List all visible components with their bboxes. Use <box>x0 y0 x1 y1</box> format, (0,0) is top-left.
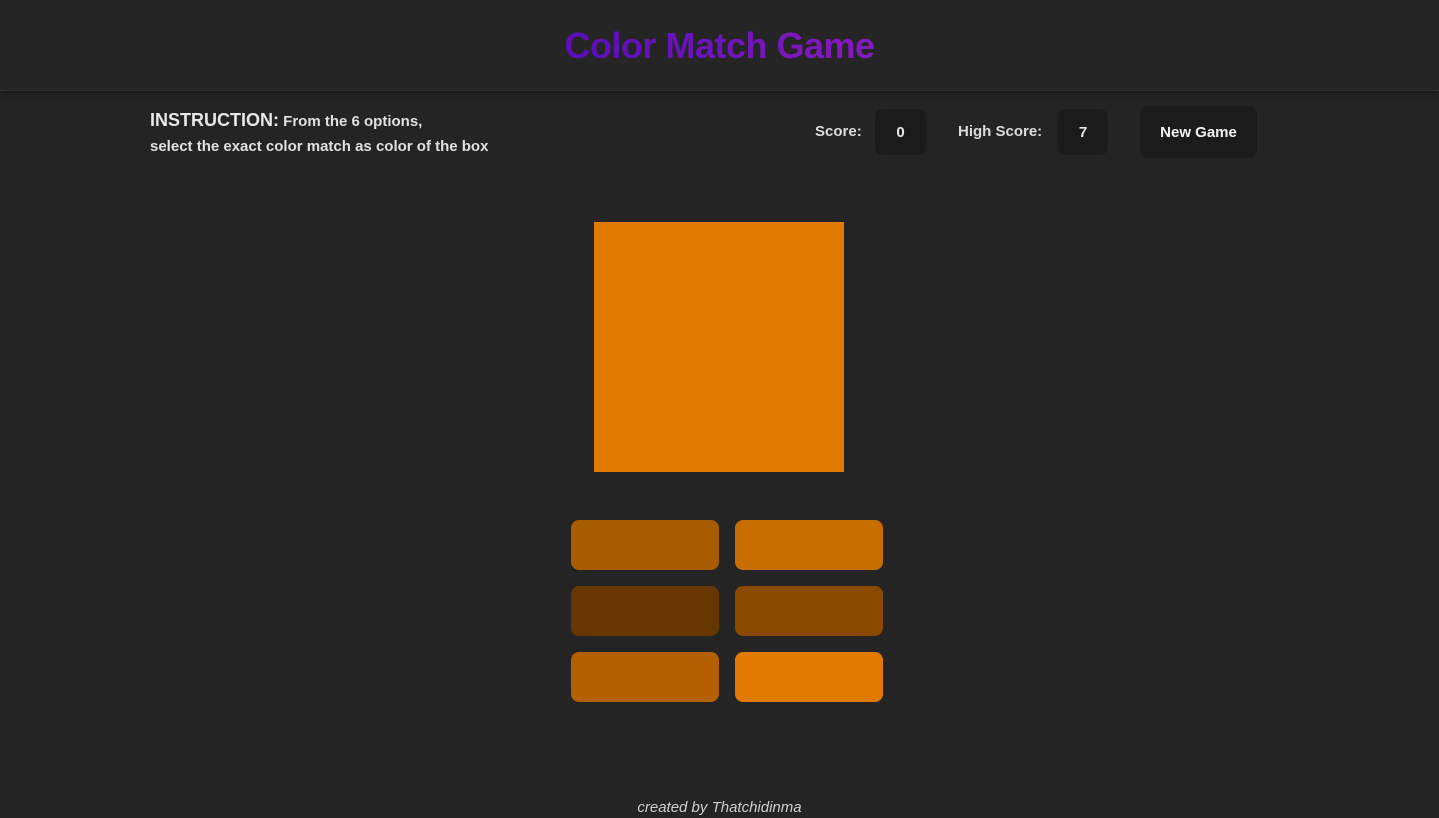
instruction-lead: INSTRUCTION: <box>150 110 279 130</box>
instruction-line-1: From the 6 options, <box>283 113 423 130</box>
color-option-1[interactable] <box>571 520 719 570</box>
color-option-6[interactable] <box>735 652 883 702</box>
title-word-match: Match <box>665 25 767 66</box>
new-game-button[interactable]: New Game <box>1140 106 1257 158</box>
color-option-5[interactable] <box>571 652 719 702</box>
high-score-value: 7 <box>1058 109 1108 155</box>
instruction-text: INSTRUCTION: From the 6 options, select … <box>150 108 570 159</box>
footer-credit: created by Thatchidinma <box>637 799 802 816</box>
color-option-4[interactable] <box>735 586 883 636</box>
title-word-game: Game <box>776 25 875 66</box>
color-option-3[interactable] <box>571 586 719 636</box>
instruction-line-2: select the exact color match as color of… <box>150 138 489 155</box>
target-color-box <box>594 222 844 472</box>
title-word-color: Color <box>564 25 656 66</box>
score-value: 0 <box>875 109 926 155</box>
page-title: Color Match Game <box>0 26 1439 66</box>
header-bar: Color Match Game <box>0 0 1439 91</box>
score-label: Score: <box>815 123 862 140</box>
high-score-label: High Score: <box>958 123 1043 140</box>
color-option-2[interactable] <box>735 520 883 570</box>
